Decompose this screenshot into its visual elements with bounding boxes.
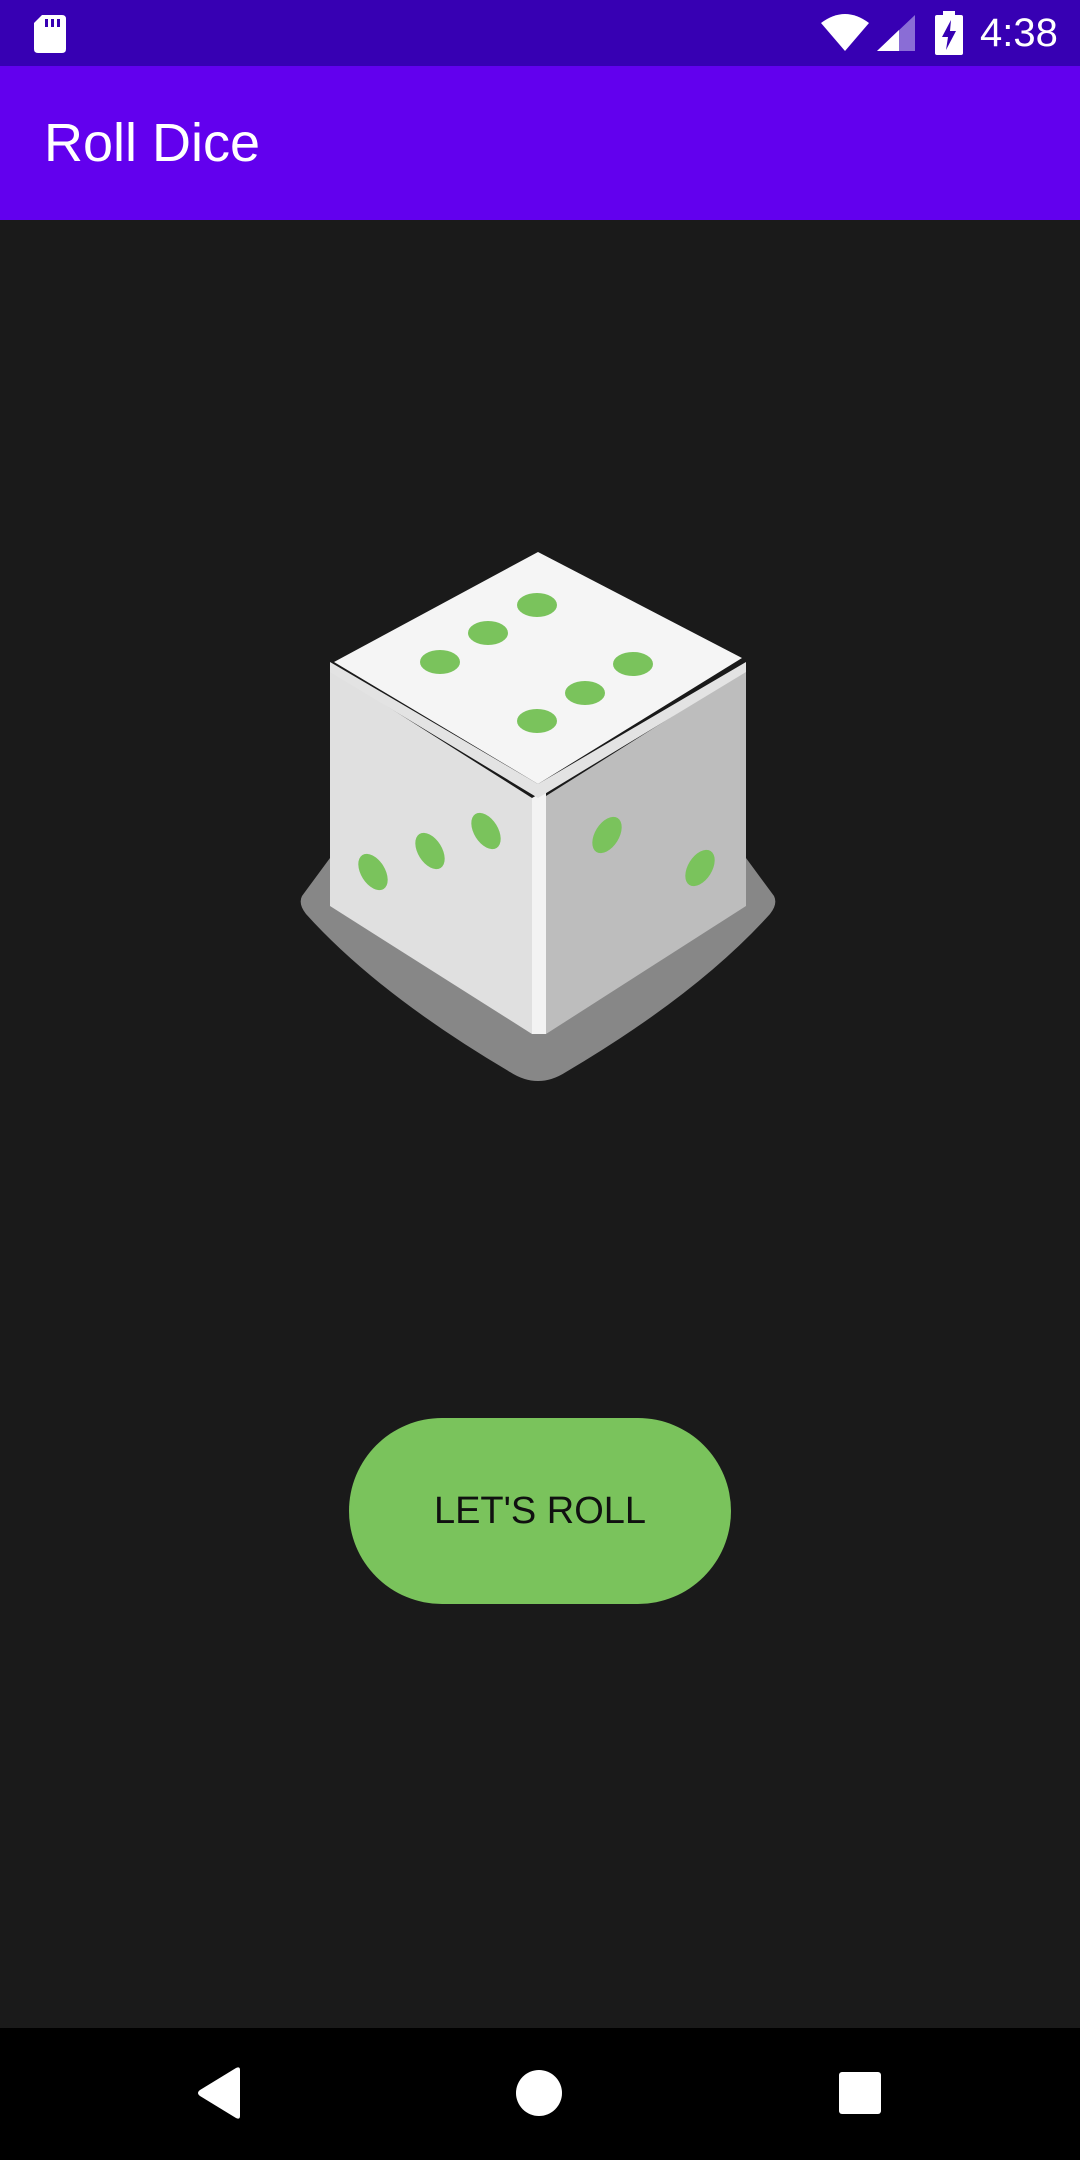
- sd-card-icon: [34, 15, 66, 53]
- back-icon[interactable]: [196, 2066, 244, 2120]
- status-bar: 4:38: [0, 0, 1080, 66]
- status-time: 4:38: [980, 11, 1058, 55]
- lets-roll-button[interactable]: LET'S ROLL: [349, 1418, 731, 1604]
- recents-icon[interactable]: [838, 2071, 882, 2115]
- dice-icon: [300, 552, 776, 1081]
- app-title: Roll Dice: [44, 113, 261, 173]
- wifi-icon: [821, 14, 869, 51]
- battery-charging-icon: [935, 11, 963, 55]
- home-icon[interactable]: [515, 2069, 563, 2117]
- dice-image: [298, 548, 778, 1082]
- app-bar: Roll Dice: [0, 66, 1080, 220]
- cell-signal-icon: [877, 15, 915, 51]
